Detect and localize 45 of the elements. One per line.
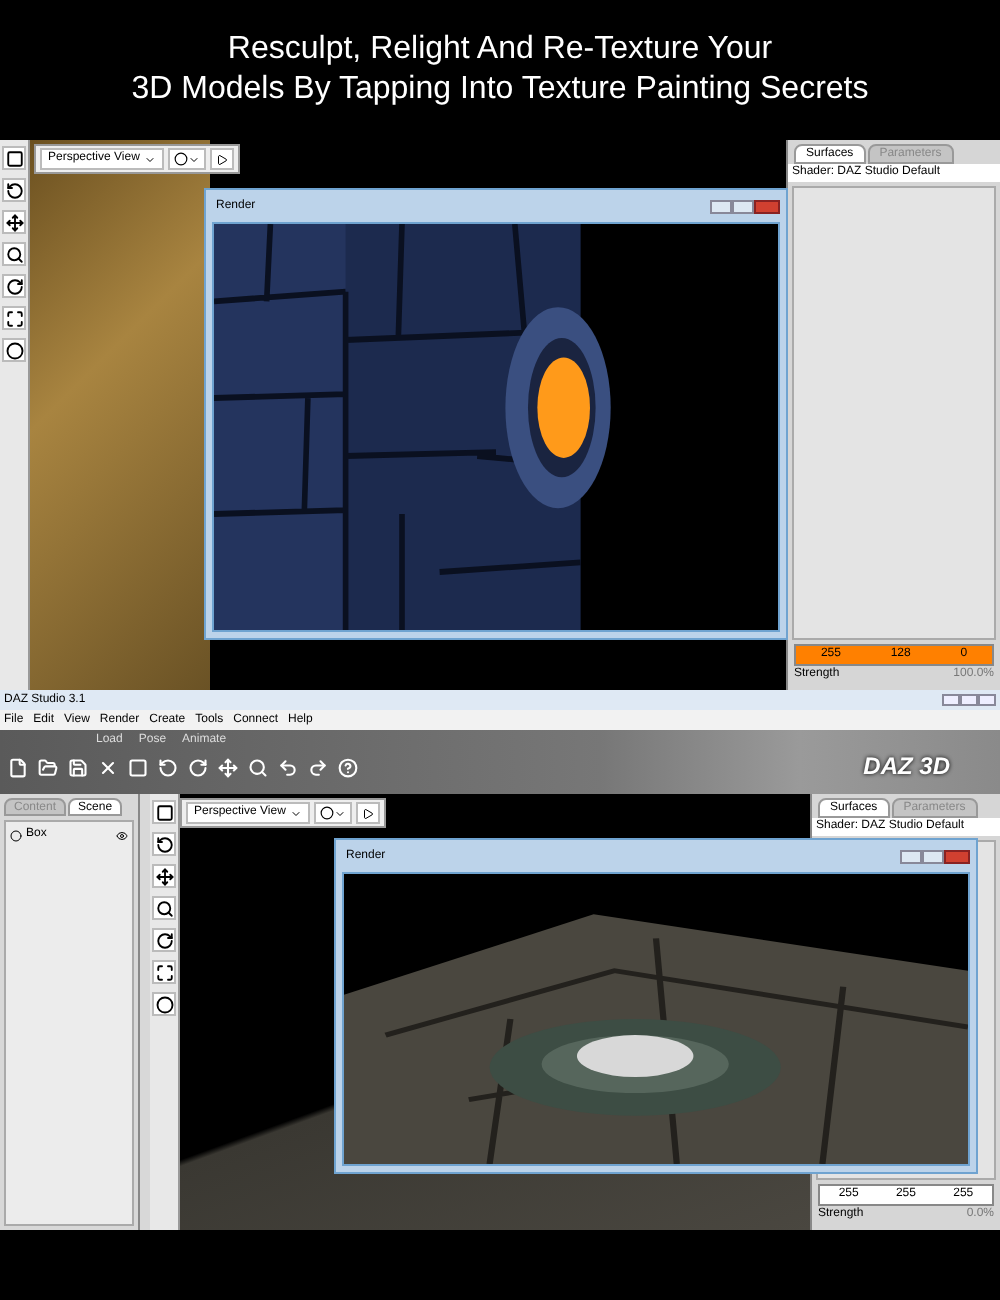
shading-dropdown[interactable] xyxy=(167,148,206,170)
save-icon[interactable] xyxy=(66,756,90,780)
caret-icon xyxy=(333,807,346,819)
minimize-button[interactable] xyxy=(942,694,960,706)
logo: DAZ 3D xyxy=(863,750,950,784)
caret-icon xyxy=(187,153,200,165)
orbit-icon[interactable] xyxy=(152,832,176,856)
new-file-icon[interactable] xyxy=(6,756,30,780)
orbit-icon[interactable] xyxy=(2,178,26,202)
delete-icon[interactable] xyxy=(96,756,120,780)
fit-icon[interactable] xyxy=(2,306,26,330)
play-icon[interactable] xyxy=(355,802,380,824)
visibility-icon[interactable] xyxy=(116,829,128,841)
maximize-button[interactable] xyxy=(922,850,944,864)
zoom-icon[interactable] xyxy=(152,896,176,920)
close-button[interactable] xyxy=(978,694,996,706)
minimize-button[interactable] xyxy=(710,200,732,214)
open-folder-icon[interactable] xyxy=(36,756,60,780)
caret-icon xyxy=(143,153,156,165)
maximize-button[interactable] xyxy=(732,200,754,214)
undo-icon[interactable] xyxy=(276,756,300,780)
maximize-button[interactable] xyxy=(960,694,978,706)
move-icon[interactable] xyxy=(152,864,176,888)
sphere-icon xyxy=(173,152,188,166)
frame-icon[interactable] xyxy=(2,146,26,170)
fit-icon[interactable] xyxy=(152,960,176,984)
minimize-button[interactable] xyxy=(900,850,922,864)
node-icon xyxy=(10,829,22,841)
move-icon[interactable] xyxy=(2,210,26,234)
frame-icon[interactable] xyxy=(152,800,176,824)
circle-icon[interactable] xyxy=(152,992,176,1016)
help-icon[interactable] xyxy=(336,756,360,780)
rotate-right-icon[interactable] xyxy=(186,756,210,780)
rotate-icon[interactable] xyxy=(2,274,26,298)
headline: 3D Models By Tapping Into Texture Painting Secrets xyxy=(131,70,869,110)
headline: Resculpt, Relight And Re-Texture Your xyxy=(227,30,773,70)
rotate-left-icon[interactable] xyxy=(156,756,180,780)
redo-icon[interactable] xyxy=(306,756,330,780)
caret-icon xyxy=(289,807,302,819)
zoom-icon[interactable] xyxy=(2,242,26,266)
rotate-icon[interactable] xyxy=(152,928,176,952)
circle-icon[interactable] xyxy=(2,338,26,362)
sphere-icon xyxy=(319,806,334,820)
shading-dropdown[interactable] xyxy=(313,802,352,824)
play-icon[interactable] xyxy=(209,148,234,170)
